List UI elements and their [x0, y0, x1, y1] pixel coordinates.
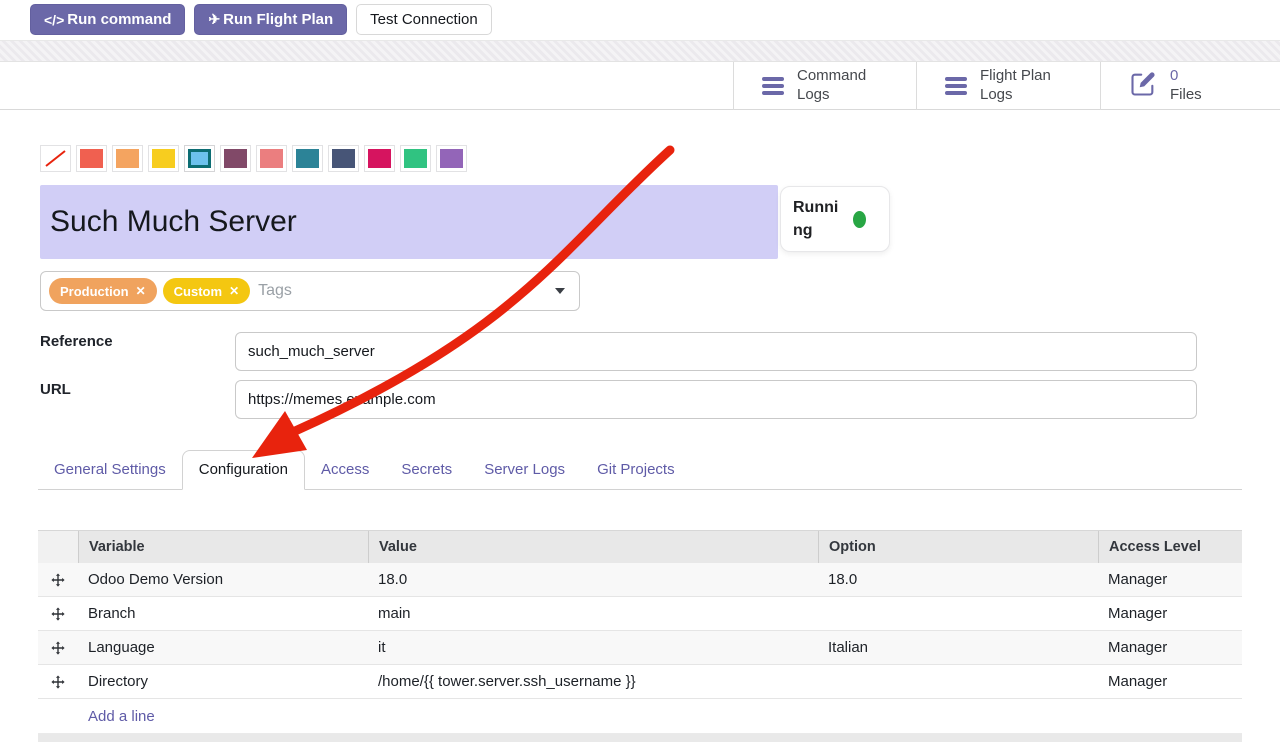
add-a-line-link[interactable]: Add a line [88, 708, 155, 725]
run-flight-plan-button[interactable]: ✈ Run Flight Plan [194, 4, 347, 35]
record-title-input[interactable]: Such Much Server [40, 185, 778, 259]
cell-value[interactable]: it [368, 639, 818, 656]
color-swatch[interactable] [256, 145, 287, 172]
server-status-widget[interactable]: Running [780, 186, 890, 252]
drag-handle-icon[interactable] [38, 573, 78, 587]
run-command-label: Run command [67, 11, 171, 28]
cell-variable[interactable]: Odoo Demo Version [78, 571, 368, 588]
add-line-row: Add a line [38, 699, 1242, 734]
color-swatch-selected[interactable] [184, 145, 215, 172]
drag-handle-icon[interactable] [38, 641, 78, 655]
color-swatch[interactable] [364, 145, 395, 172]
tag-label: Custom [174, 284, 222, 299]
configuration-table: Variable Value Option Access Level Odoo … [38, 530, 1242, 742]
cell-access-level[interactable]: Manager [1098, 673, 1242, 690]
action-button-row: </> Run command ✈ Run Flight Plan Test C… [30, 4, 492, 35]
color-swatch[interactable] [148, 145, 179, 172]
remove-tag-icon[interactable]: ✕ [136, 284, 146, 298]
top-toolbar: </> Run command ✈ Run Flight Plan Test C… [0, 0, 1280, 40]
table-row[interactable]: Branch main Manager [38, 597, 1242, 631]
status-label: Running [793, 196, 844, 242]
swatch-no-color[interactable] [40, 145, 71, 172]
column-header-value[interactable]: Value [368, 531, 818, 563]
form-statusbar: Command Logs Flight Plan Logs 0 Files [0, 62, 1280, 110]
plane-icon: ✈ [208, 11, 220, 28]
column-header-access-level[interactable]: Access Level [1098, 531, 1242, 563]
tab-access[interactable]: Access [305, 450, 385, 489]
cell-option[interactable]: 18.0 [818, 571, 1098, 588]
column-header-variable[interactable]: Variable [78, 531, 368, 563]
edit-square-icon [1129, 70, 1157, 103]
dropdown-caret-icon[interactable] [555, 288, 565, 294]
tags-placeholder: Tags [258, 282, 292, 300]
cell-variable[interactable]: Branch [78, 605, 368, 622]
color-swatch[interactable] [436, 145, 467, 172]
remove-tag-icon[interactable]: ✕ [229, 284, 239, 298]
tag-label: Production [60, 284, 129, 299]
table-footer-strip [38, 734, 1242, 742]
color-swatch[interactable] [292, 145, 323, 172]
tags-input[interactable]: Production ✕ Custom ✕ Tags [40, 271, 580, 311]
drag-handle-icon[interactable] [38, 607, 78, 621]
tab-git-projects[interactable]: Git Projects [581, 450, 691, 489]
list-icon [762, 77, 784, 95]
cell-access-level[interactable]: Manager [1098, 571, 1242, 588]
files-label: Files [1170, 86, 1202, 105]
table-row[interactable]: Language it Italian Manager [38, 631, 1242, 665]
command-logs-button[interactable]: Command Logs [733, 62, 916, 110]
tag-production[interactable]: Production ✕ [49, 278, 157, 304]
table-row[interactable]: Odoo Demo Version 18.0 18.0 Manager [38, 563, 1242, 597]
url-label: URL [40, 381, 210, 398]
tag-custom[interactable]: Custom ✕ [163, 278, 250, 304]
table-row[interactable]: Directory /home/{{ tower.server.ssh_user… [38, 665, 1242, 699]
handle-column-header [38, 531, 78, 563]
cell-access-level[interactable]: Manager [1098, 639, 1242, 656]
table-header-row: Variable Value Option Access Level [38, 530, 1242, 563]
tab-configuration[interactable]: Configuration [182, 450, 305, 490]
files-button[interactable]: 0 Files [1100, 62, 1280, 110]
status-green-dot-icon [853, 211, 866, 228]
reference-field[interactable] [235, 332, 1197, 371]
no-color-icon [44, 149, 67, 168]
flight-plan-logs-button[interactable]: Flight Plan Logs [916, 62, 1100, 110]
stat-button-group: Command Logs Flight Plan Logs 0 Files [733, 62, 1280, 110]
cell-value[interactable]: 18.0 [368, 571, 818, 588]
url-field[interactable] [235, 380, 1197, 419]
flight-plan-logs-label: Flight Plan Logs [980, 67, 1074, 105]
run-command-button[interactable]: </> Run command [30, 4, 185, 35]
list-icon [945, 77, 967, 95]
test-connection-label: Test Connection [370, 11, 478, 28]
tab-secrets[interactable]: Secrets [385, 450, 468, 489]
run-flight-plan-label: Run Flight Plan [223, 11, 333, 28]
files-count: 0 [1170, 67, 1202, 86]
color-swatch[interactable] [328, 145, 359, 172]
color-swatch[interactable] [112, 145, 143, 172]
code-icon: </> [44, 12, 64, 28]
cell-variable[interactable]: Language [78, 639, 368, 656]
cell-value[interactable]: /home/{{ tower.server.ssh_username }} [368, 673, 818, 690]
cell-access-level[interactable]: Manager [1098, 605, 1242, 622]
reference-label: Reference [40, 333, 210, 350]
cell-option[interactable]: Italian [818, 639, 1098, 656]
notebook-tabs: General Settings Configuration Access Se… [38, 450, 1242, 490]
color-swatch[interactable] [400, 145, 431, 172]
test-connection-button[interactable]: Test Connection [356, 4, 492, 35]
tab-general-settings[interactable]: General Settings [38, 450, 182, 489]
page-background-band [0, 40, 1280, 62]
command-logs-label: Command Logs [797, 67, 891, 105]
cell-variable[interactable]: Directory [78, 673, 368, 690]
color-picker [40, 145, 467, 172]
color-swatch[interactable] [220, 145, 251, 172]
column-header-option[interactable]: Option [818, 531, 1098, 563]
color-swatch[interactable] [76, 145, 107, 172]
tab-server-logs[interactable]: Server Logs [468, 450, 581, 489]
cell-value[interactable]: main [368, 605, 818, 622]
drag-handle-icon[interactable] [38, 675, 78, 689]
